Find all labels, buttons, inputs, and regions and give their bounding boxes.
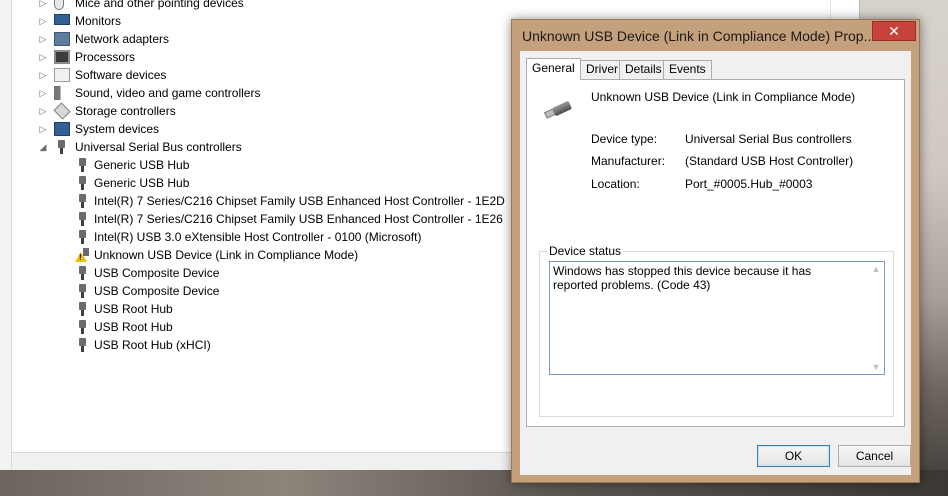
tree-item-label: USB Root Hub [94,320,173,334]
usb-icon [75,176,91,190]
device-status-textbox[interactable]: Windows has stopped this device because … [549,261,885,375]
monitor-icon [54,14,70,25]
location-label: Location: [591,177,640,191]
storage-controller-icon [53,102,71,120]
tree-item-label: Generic USB Hub [94,158,190,172]
device-type-label: Device type: [591,132,658,146]
system-device-icon [54,122,70,136]
collapsed-arrow-icon[interactable]: ▷ [36,12,50,30]
tree-item-label: Intel(R) 7 Series/C216 Chipset Family US… [94,212,503,226]
network-adapter-icon [54,32,70,46]
tree-item-label: Software devices [75,68,167,82]
collapsed-arrow-icon[interactable]: ▷ [36,0,50,12]
collapsed-arrow-icon[interactable]: ▷ [36,30,50,48]
dialog-client-area: General Driver Details Events Unknown US… [520,51,911,475]
properties-dialog: Unknown USB Device (Link in Compliance M… [511,19,920,483]
scroll-up-icon[interactable]: ▲ [868,262,884,276]
tree-item-label: Generic USB Hub [94,176,190,190]
manufacturer-value: (Standard USB Host Controller) [685,154,854,168]
tree-item-label: Processors [75,50,136,64]
usb-icon [75,230,91,244]
usb-icon [75,284,91,298]
device-status-legend: Device status [547,244,624,258]
tree-item-label: Intel(R) 7 Series/C216 Chipset Family US… [94,194,505,208]
device-type-value: Universal Serial Bus controllers [685,132,852,146]
software-device-icon [54,68,70,82]
tree-item-label: Mice and other pointing devices [75,0,244,10]
usb-icon [75,266,91,280]
usb-icon [54,140,70,154]
tree-item-label: Unknown USB Device (Link in Compliance M… [94,248,359,262]
device-status-group: Device status Windows has stopped this d… [539,244,894,417]
tree-item-label: Sound, video and game controllers [75,86,261,100]
manufacturer-label: Manufacturer: [591,154,666,168]
tree-item-label: USB Root Hub (xHCI) [94,338,211,352]
tree-item-label: USB Root Hub [94,302,173,316]
tab-general[interactable]: General [526,58,581,80]
tree-item-label: Network adapters [75,32,170,46]
usb-device-icon [543,100,577,126]
tree-item-label: Monitors [75,14,122,28]
tree-item-label: USB Composite Device [94,284,220,298]
status-scrollbar[interactable]: ▲ ▼ [868,262,884,374]
usb-icon [75,194,91,208]
tree-item-label: Storage controllers [75,104,176,118]
cancel-button[interactable]: Cancel [838,445,911,467]
expanded-arrow-icon[interactable]: ◢ [36,138,50,156]
location-value: Port_#0005.Hub_#0003 [685,177,813,191]
tree-item-label: System devices [75,122,160,136]
collapsed-arrow-icon[interactable]: ▷ [36,102,50,120]
mouse-icon [54,0,64,10]
usb-icon [75,302,91,316]
collapsed-arrow-icon[interactable]: ▷ [36,84,50,102]
collapsed-arrow-icon[interactable]: ▷ [36,48,50,66]
processor-icon [54,50,70,64]
collapsed-arrow-icon[interactable]: ▷ [36,66,50,84]
usb-icon [75,320,91,334]
warning-usb-icon: ! [75,248,91,262]
general-tab-panel: Unknown USB Device (Link in Compliance M… [526,79,905,427]
tab-details[interactable]: Details [619,60,668,79]
device-manager-left-edge [0,0,12,470]
device-status-text: Windows has stopped this device because … [553,264,812,292]
tab-driver[interactable]: Driver [580,60,624,79]
tab-events[interactable]: Events [663,60,712,79]
scroll-down-icon[interactable]: ▼ [868,360,884,374]
speaker-icon [54,86,70,100]
tree-item-label: Universal Serial Bus controllers [75,140,242,154]
usb-icon [75,212,91,226]
close-button[interactable]: ✕ [872,21,916,41]
ok-button[interactable]: OK [757,445,830,467]
usb-icon [75,338,91,352]
dialog-title: Unknown USB Device (Link in Compliance M… [522,28,876,44]
tree-item-label: USB Composite Device [94,266,220,280]
usb-icon [75,158,91,172]
device-name: Unknown USB Device (Link in Compliance M… [591,90,856,104]
tree-item-label: Intel(R) USB 3.0 eXtensible Host Control… [94,230,422,244]
collapsed-arrow-icon[interactable]: ▷ [36,120,50,138]
